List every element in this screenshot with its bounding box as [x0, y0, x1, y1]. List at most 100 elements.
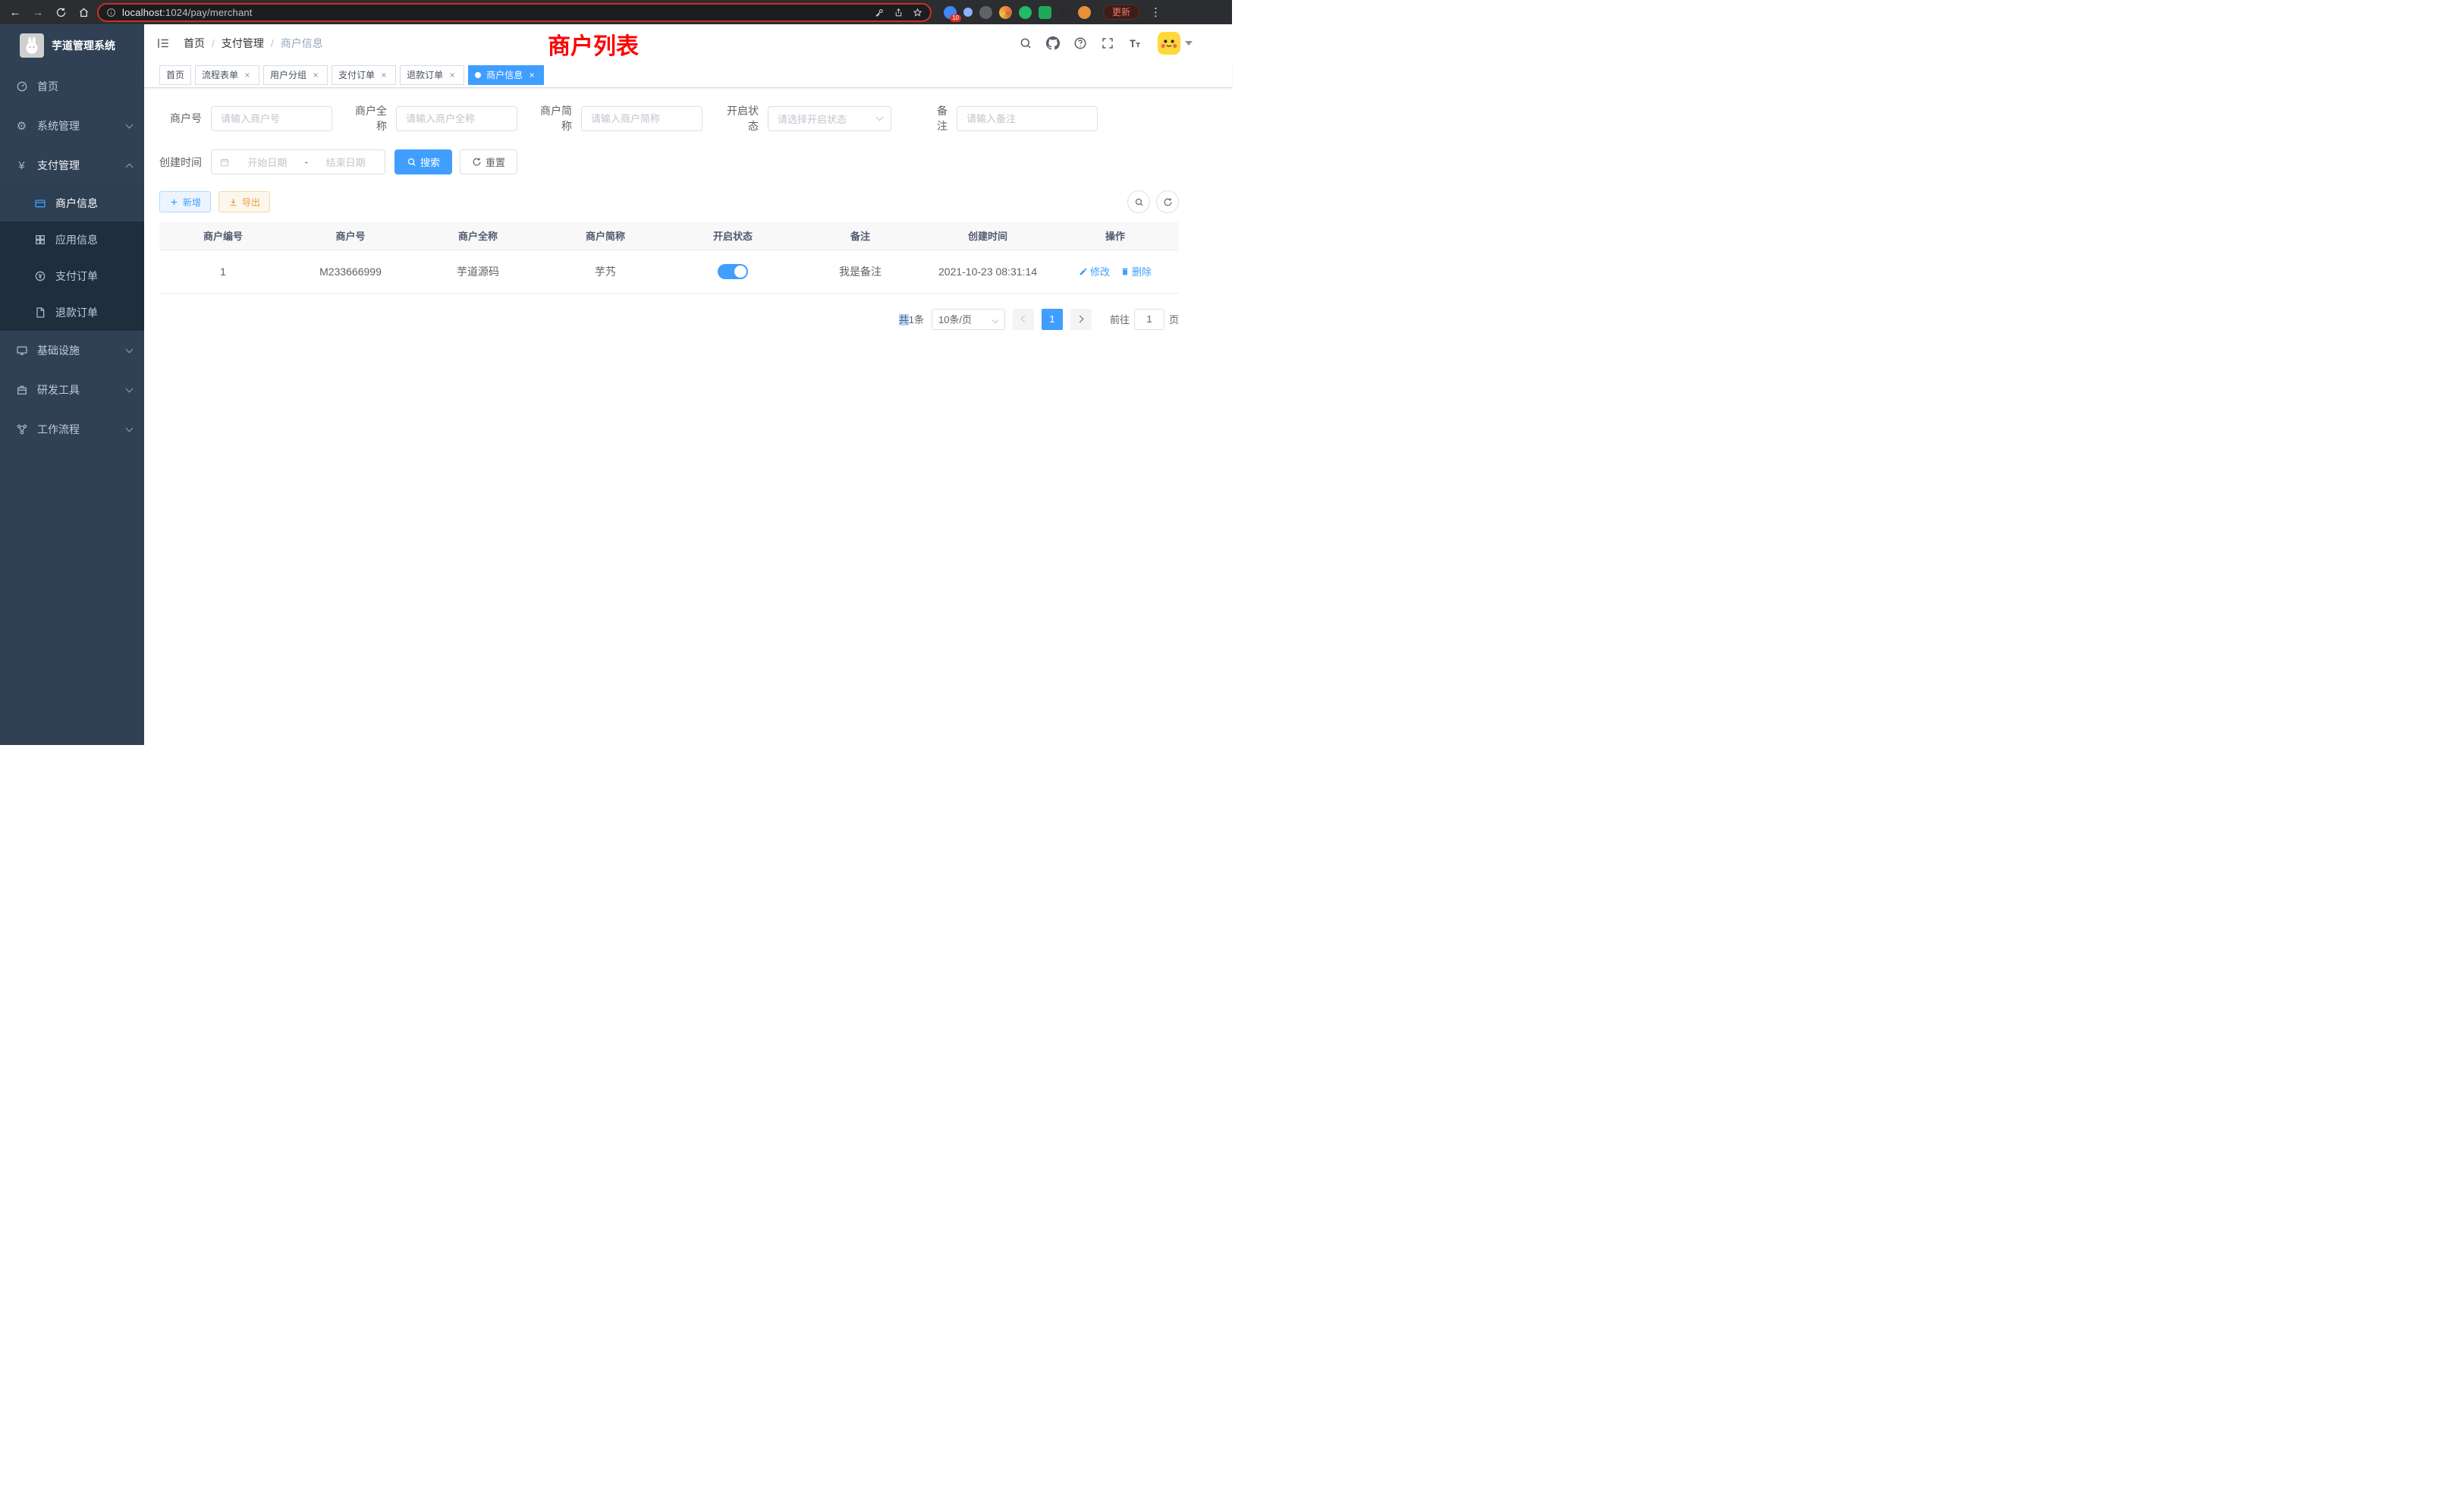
font-size-icon[interactable] — [1123, 31, 1147, 55]
cell-merchant-id: 1 — [159, 250, 287, 293]
merchant-id-input[interactable] — [211, 106, 332, 131]
full-name-input[interactable] — [396, 106, 517, 131]
github-icon[interactable] — [1041, 31, 1065, 55]
tab-home[interactable]: 首页 — [159, 65, 191, 85]
close-icon[interactable] — [526, 70, 537, 80]
status-select[interactable]: 请选择开启状态 — [768, 106, 891, 131]
user-avatar[interactable] — [1158, 32, 1180, 55]
cell-short-name: 芋艿 — [542, 250, 669, 293]
status-label: 开启状态 — [721, 103, 768, 134]
filter-row-1: 商户号 商户全称 商户简称 开启状态 请选择开启状态 — [159, 103, 1179, 134]
tab-process-form[interactable]: 流程表单 — [195, 65, 259, 85]
download-icon — [228, 197, 238, 207]
sidebar-item-infra[interactable]: 基础设施 — [0, 331, 144, 370]
goto-label: 前往 — [1110, 312, 1130, 326]
goto-page-input[interactable] — [1134, 309, 1164, 330]
extension-icon-4[interactable] — [999, 6, 1012, 19]
sidebar-item-system[interactable]: ⚙ 系统管理 — [0, 106, 144, 146]
pay-submenu: 商户信息 应用信息 支付订单 — [0, 185, 144, 331]
document-icon — [33, 306, 46, 319]
search-icon[interactable] — [1014, 31, 1038, 55]
browser-menu-icon[interactable]: ⋮ — [1150, 5, 1161, 19]
close-icon[interactable] — [447, 70, 457, 80]
refresh-table-button[interactable] — [1156, 190, 1179, 213]
yen-icon: ¥ — [15, 159, 28, 172]
add-button[interactable]: 新增 — [159, 191, 211, 212]
tab-pay-order[interactable]: 支付订单 — [332, 65, 396, 85]
extension-icon-7[interactable] — [1058, 6, 1071, 19]
close-icon[interactable] — [310, 70, 321, 80]
tab-refund-order[interactable]: 退款订单 — [400, 65, 464, 85]
export-button[interactable]: 导出 — [218, 191, 270, 212]
prev-page-button[interactable] — [1013, 309, 1034, 330]
site-info-icon[interactable] — [106, 8, 116, 17]
cell-actions: 修改 删除 — [1051, 250, 1179, 293]
pagination: 共1条 10条/页 1 前往 页 — [159, 309, 1179, 330]
remark-input[interactable] — [957, 106, 1098, 131]
browser-update-button[interactable]: 更新 — [1103, 5, 1139, 20]
extension-icon-5[interactable] — [1019, 6, 1032, 19]
sidebar-item-merchant-info[interactable]: 商户信息 — [0, 185, 144, 222]
search-button[interactable]: 搜索 — [394, 149, 452, 174]
next-page-button[interactable] — [1070, 309, 1092, 330]
chevron-up-icon — [126, 163, 134, 171]
extension-icon-8[interactable] — [1078, 6, 1091, 19]
sidebar-item-app-info[interactable]: 应用信息 — [0, 222, 144, 258]
breadcrumb: 首页 / 支付管理 / 商户信息 — [184, 36, 323, 51]
edit-button[interactable]: 修改 — [1079, 264, 1110, 278]
sidebar-fold-icon[interactable] — [155, 35, 171, 52]
tab-user-group[interactable]: 用户分组 — [263, 65, 328, 85]
close-icon[interactable] — [242, 70, 253, 80]
extension-badge: 10 — [950, 14, 961, 22]
pencil-icon — [1079, 267, 1088, 276]
grid-icon — [33, 234, 46, 247]
sidebar-item-dev-tools[interactable]: 研发工具 — [0, 370, 144, 410]
share-icon[interactable] — [894, 8, 904, 17]
monitor-icon — [15, 344, 28, 357]
browser-extensions: 10 — [944, 6, 1091, 19]
password-key-icon[interactable] — [875, 8, 885, 17]
browser-reload-icon[interactable] — [52, 3, 70, 21]
sidebar-item-home[interactable]: 首页 — [0, 67, 144, 106]
table-toolbar: 新增 导出 — [159, 190, 1179, 213]
reset-button[interactable]: 重置 — [460, 149, 517, 174]
dashboard-icon — [15, 80, 28, 93]
extension-icon-1[interactable]: 10 — [944, 6, 957, 19]
col-actions: 操作 — [1051, 222, 1179, 250]
help-icon[interactable] — [1068, 31, 1092, 55]
logo-rabbit-icon — [20, 33, 44, 58]
page-number-1[interactable]: 1 — [1042, 309, 1063, 330]
extension-icon-3[interactable] — [979, 6, 992, 19]
browser-back-icon[interactable]: ← — [6, 3, 24, 21]
short-name-input[interactable] — [581, 106, 702, 131]
fullscreen-icon[interactable] — [1095, 31, 1120, 55]
chevron-down-icon — [1185, 41, 1193, 46]
credit-card-icon — [33, 197, 46, 210]
close-icon[interactable] — [379, 70, 389, 80]
user-menu[interactable] — [1158, 32, 1193, 55]
browser-forward-icon[interactable]: → — [29, 3, 47, 21]
extension-icon-2[interactable] — [963, 8, 973, 17]
browser-home-icon[interactable] — [74, 3, 93, 21]
status-toggle[interactable] — [718, 264, 748, 279]
app-logo[interactable]: 芋道管理系统 — [0, 24, 144, 67]
extension-icon-6[interactable] — [1039, 6, 1051, 19]
chevron-down-icon — [876, 113, 884, 121]
sidebar-item-pay[interactable]: ¥ 支付管理 — [0, 146, 144, 185]
page-size-select[interactable]: 10条/页 — [932, 309, 1005, 330]
app: 芋道管理系统 首页 ⚙ 系统管理 ¥ 支付管理 — [0, 24, 1232, 745]
breadcrumb-home[interactable]: 首页 — [184, 36, 205, 51]
trash-icon — [1120, 267, 1130, 276]
chevron-down-icon — [126, 121, 134, 129]
sidebar-item-pay-order[interactable]: 支付订单 — [0, 258, 144, 294]
delete-button[interactable]: 删除 — [1120, 264, 1152, 278]
short-name-label: 商户简称 — [534, 103, 581, 134]
bookmark-star-icon[interactable] — [913, 8, 922, 17]
sidebar-item-workflow[interactable]: 工作流程 — [0, 410, 144, 449]
sidebar-item-refund-order[interactable]: 退款订单 — [0, 294, 144, 331]
create-time-range-input[interactable]: 开始日期 - 结束日期 — [211, 149, 385, 174]
hide-search-button[interactable] — [1127, 190, 1150, 213]
tab-merchant-info[interactable]: 商户信息 — [468, 65, 544, 85]
breadcrumb-pay[interactable]: 支付管理 — [222, 36, 264, 51]
address-bar[interactable]: localhost:1024/pay/merchant — [97, 3, 932, 22]
